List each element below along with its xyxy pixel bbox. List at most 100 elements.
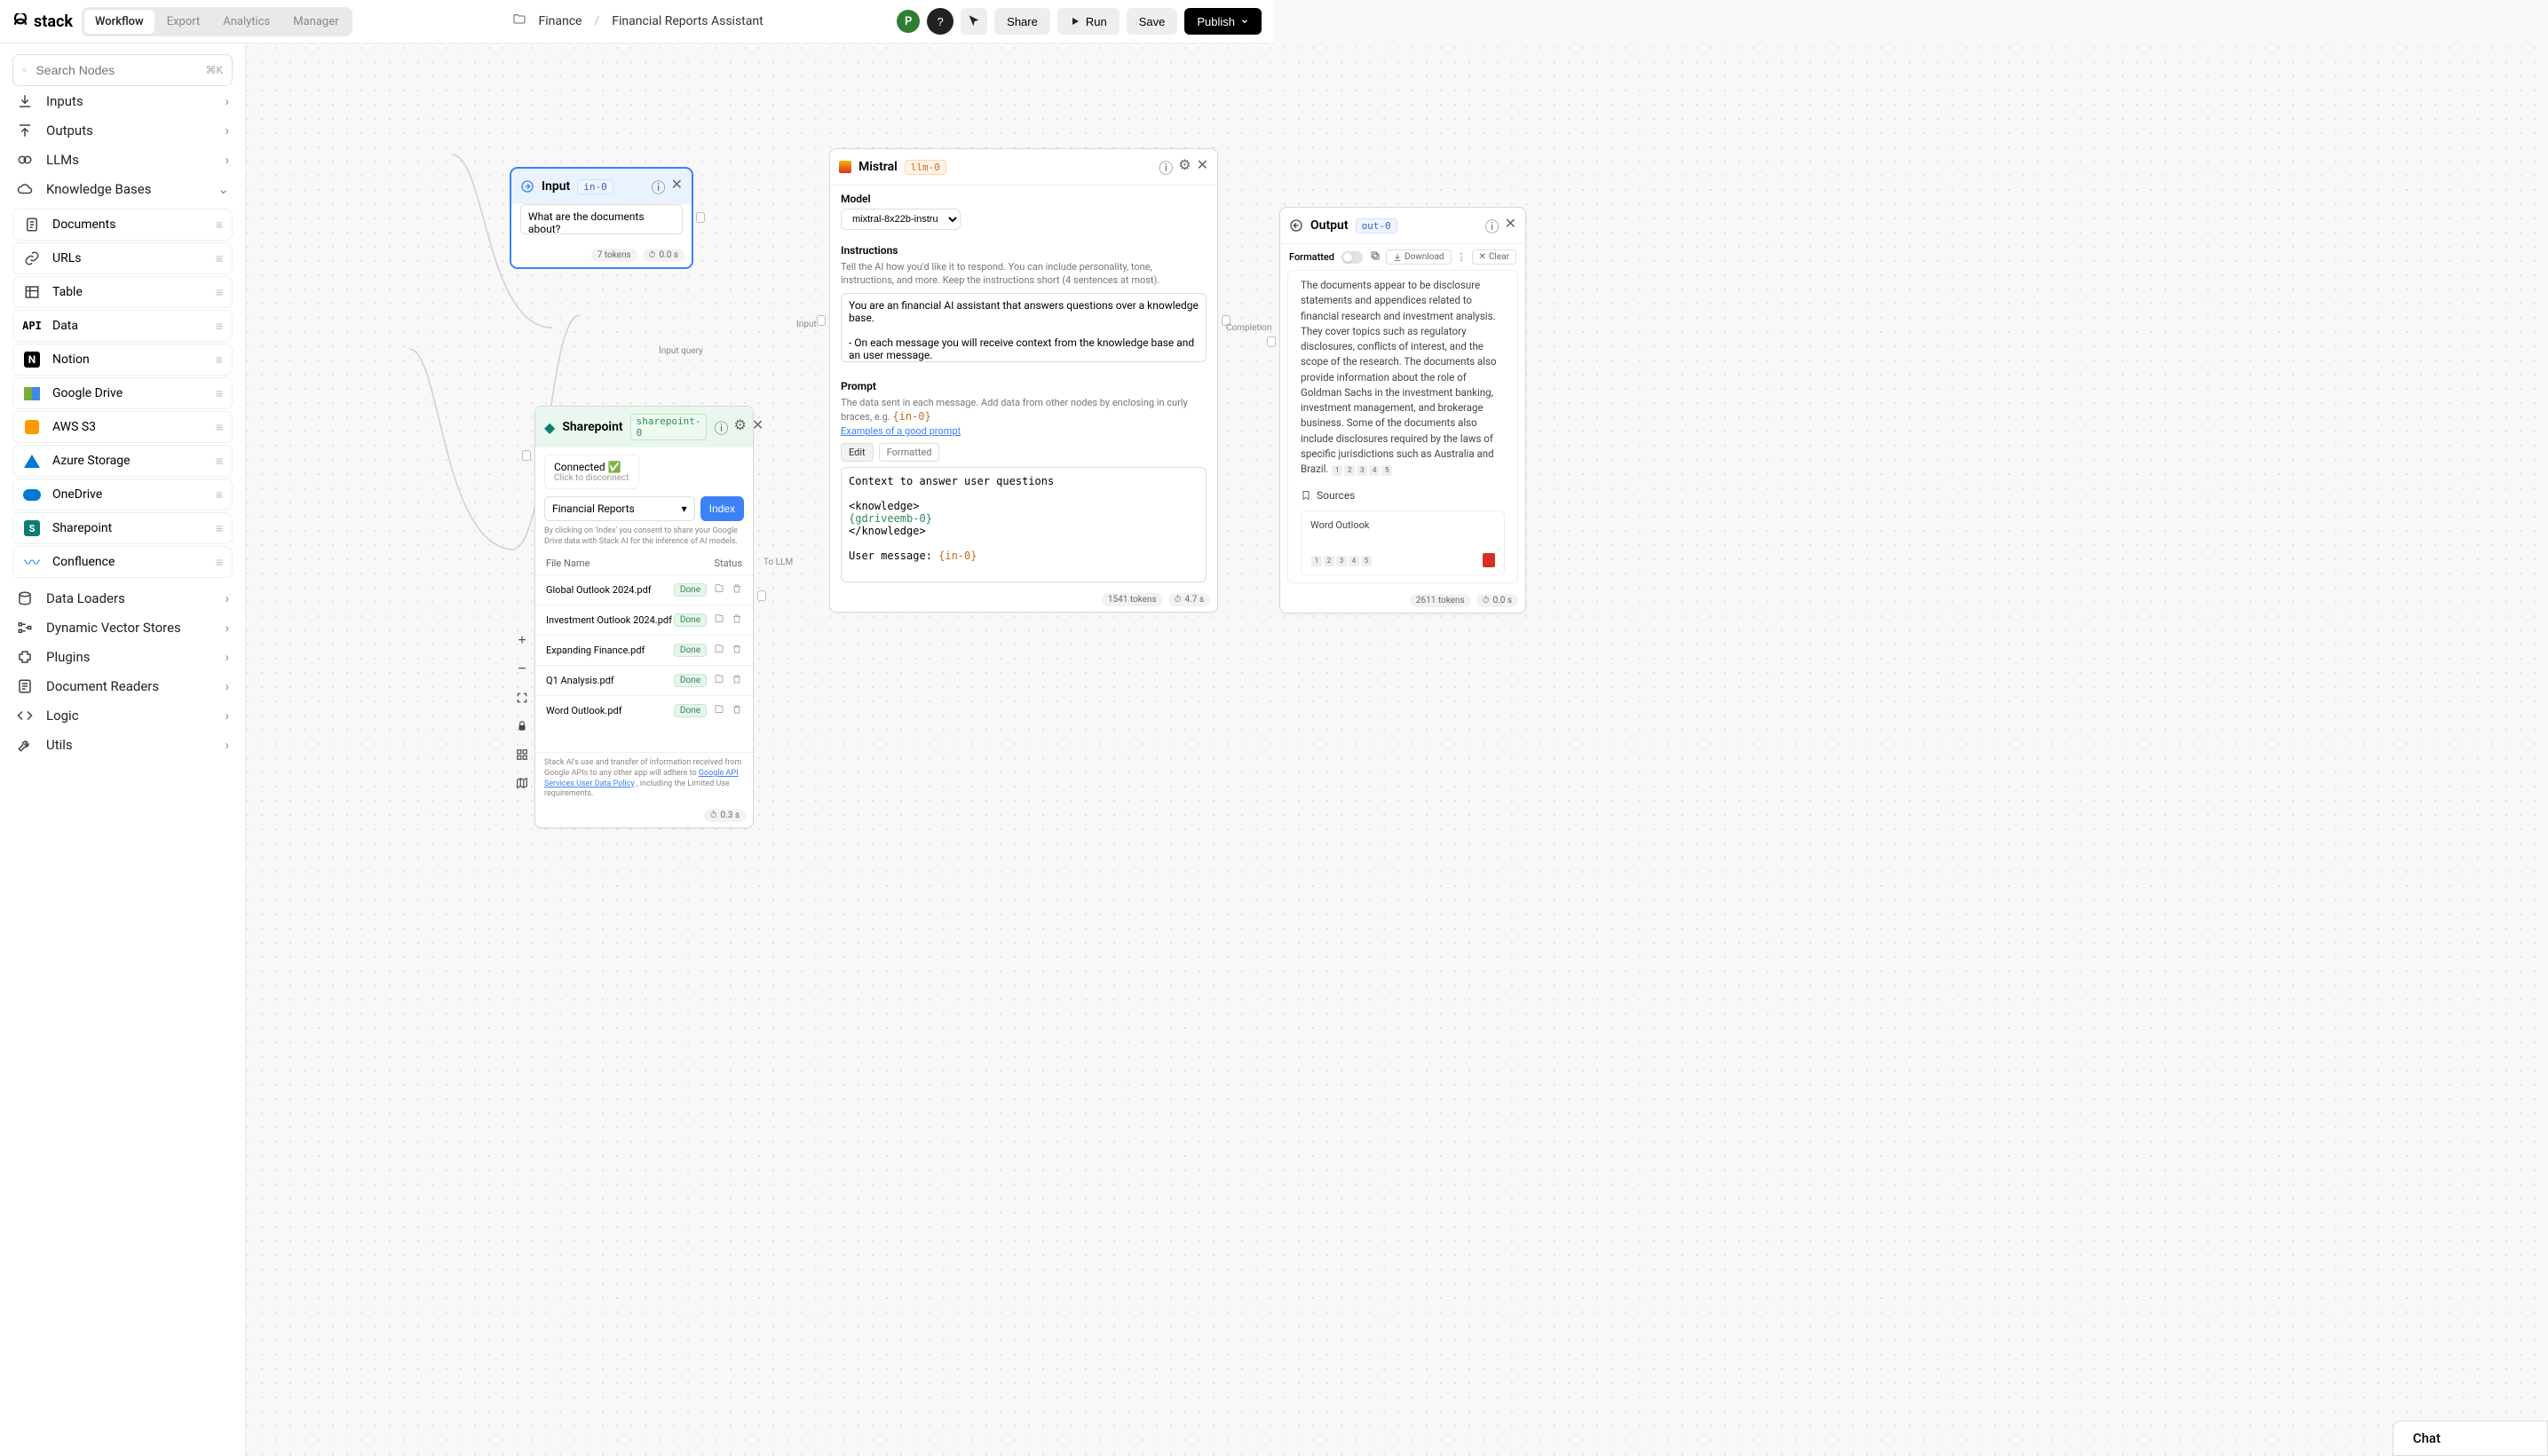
open-icon[interactable] bbox=[714, 674, 724, 687]
citation[interactable]: 4 bbox=[1369, 465, 1380, 476]
cursor-button[interactable] bbox=[961, 8, 987, 35]
source-citation[interactable]: 4 bbox=[1349, 556, 1359, 566]
source-citation[interactable]: 2 bbox=[1324, 556, 1334, 566]
open-icon[interactable] bbox=[714, 613, 724, 627]
trash-icon[interactable] bbox=[732, 704, 742, 717]
logo[interactable]: stack bbox=[12, 12, 73, 31]
avatar[interactable]: P bbox=[897, 10, 920, 33]
chat-button[interactable]: Chat bbox=[2393, 1420, 2548, 1456]
gear-icon[interactable]: ⚙ bbox=[1178, 156, 1191, 178]
help-button[interactable]: ? bbox=[927, 8, 954, 35]
input-node-header[interactable]: Input in-0 ⓘ ✕ bbox=[511, 169, 692, 204]
prompt-tab-formatted[interactable]: Formatted bbox=[879, 443, 940, 462]
source-card[interactable]: Word Outlook 12345 bbox=[1301, 510, 1505, 575]
prompt-examples-link[interactable]: Examples of a good prompt bbox=[841, 425, 961, 437]
sidebar-item-logic[interactable]: Logic› bbox=[12, 700, 233, 730]
formatted-toggle[interactable] bbox=[1341, 251, 1363, 264]
output-node-header[interactable]: Output out-0 ⓘ ✕ bbox=[1280, 208, 1525, 244]
zoom-out-button[interactable]: − bbox=[510, 658, 534, 681]
kb-item-azure-storage[interactable]: Azure Storage≡ bbox=[12, 445, 233, 477]
clear-button[interactable]: ✕ Clear bbox=[1472, 249, 1516, 265]
search-box[interactable]: ⌘K bbox=[12, 54, 233, 86]
download-button[interactable]: Download bbox=[1386, 249, 1452, 265]
kb-item-aws-s3[interactable]: AWS S3≡ bbox=[12, 411, 233, 443]
kb-item-table[interactable]: Table≡ bbox=[12, 276, 233, 308]
instructions-textarea[interactable]: You are an financial AI assistant that a… bbox=[841, 293, 1207, 362]
input-node[interactable]: Input in-0 ⓘ ✕ What are the documents ab… bbox=[510, 168, 692, 268]
kb-item-notion[interactable]: NNotion≡ bbox=[12, 344, 233, 376]
kb-item-urls[interactable]: URLs≡ bbox=[12, 242, 233, 274]
citation[interactable]: 5 bbox=[1381, 465, 1392, 476]
kb-item-documents[interactable]: Documents≡ bbox=[12, 209, 233, 241]
mistral-node-header[interactable]: Mistral llm-0 ⓘ ⚙ ✕ bbox=[830, 149, 1217, 186]
input-node-out-port[interactable] bbox=[696, 212, 705, 223]
gear-icon[interactable]: ⚙ bbox=[733, 416, 746, 438]
grid-button[interactable] bbox=[510, 743, 534, 766]
tab-manager[interactable]: Manager bbox=[282, 10, 349, 34]
kb-item-google-drive[interactable]: Google Drive≡ bbox=[12, 377, 233, 409]
map-button[interactable] bbox=[510, 772, 534, 795]
trash-icon[interactable] bbox=[732, 674, 742, 687]
trash-icon[interactable] bbox=[732, 613, 742, 627]
sidebar-item-knowledge-bases[interactable]: Knowledge Bases⌄ bbox=[12, 174, 233, 203]
sharepoint-node[interactable]: ◆ Sharepoint sharepoint-0 ⓘ ⚙ ✕ Connecte… bbox=[534, 406, 754, 828]
sharepoint-connected[interactable]: Connected ✅ Click to disconnect bbox=[544, 455, 639, 489]
sidebar-item-llms[interactable]: LLMs› bbox=[12, 145, 233, 174]
kb-item-data[interactable]: APIData≡ bbox=[12, 310, 233, 342]
input-node-textarea[interactable]: What are the documents about? bbox=[520, 204, 683, 234]
save-button[interactable]: Save bbox=[1127, 8, 1178, 35]
sidebar-item-data-loaders[interactable]: Data Loaders› bbox=[12, 583, 233, 613]
output-in-port[interactable] bbox=[1267, 336, 1276, 347]
publish-button[interactable]: Publish bbox=[1184, 8, 1262, 35]
kb-item-onedrive[interactable]: OneDrive≡ bbox=[12, 479, 233, 510]
share-button[interactable]: Share bbox=[994, 8, 1050, 35]
sharepoint-folder-select[interactable]: Financial Reports ▾ bbox=[544, 496, 695, 521]
model-select[interactable]: mixtral-8x22b-instruct bbox=[841, 209, 961, 230]
info-icon[interactable]: ⓘ bbox=[714, 416, 728, 438]
kb-item-sharepoint[interactable]: SSharepoint≡ bbox=[12, 512, 233, 544]
trash-icon[interactable] bbox=[732, 644, 742, 657]
mistral-node[interactable]: Mistral llm-0 ⓘ ⚙ ✕ Model mixtral-8x22b-… bbox=[829, 148, 1218, 613]
search-input[interactable] bbox=[36, 63, 196, 77]
prompt-textarea[interactable]: Context to answer user questions <knowle… bbox=[841, 467, 1207, 582]
citation[interactable]: 2 bbox=[1344, 465, 1355, 476]
sharepoint-node-header[interactable]: ◆ Sharepoint sharepoint-0 ⓘ ⚙ ✕ bbox=[535, 407, 753, 447]
sidebar-item-dynamic-vector-stores[interactable]: Dynamic Vector Stores› bbox=[12, 613, 233, 642]
source-citation[interactable]: 5 bbox=[1361, 556, 1372, 566]
close-icon[interactable]: ✕ bbox=[1505, 215, 1516, 236]
copy-icon[interactable] bbox=[1370, 250, 1381, 264]
sidebar-item-outputs[interactable]: Outputs› bbox=[12, 115, 233, 145]
canvas[interactable]: + − Input in-0 ⓘ ✕ What are the document… bbox=[246, 44, 2548, 1456]
more-icon[interactable]: ⋮ bbox=[1457, 251, 1467, 263]
sidebar-item-inputs[interactable]: Inputs› bbox=[12, 86, 233, 115]
sharepoint-out-port[interactable] bbox=[757, 590, 766, 601]
sharepoint-in-port[interactable] bbox=[522, 450, 531, 461]
open-icon[interactable] bbox=[714, 644, 724, 657]
info-icon[interactable]: ⓘ bbox=[652, 176, 666, 197]
breadcrumb-file[interactable]: Financial Reports Assistant bbox=[612, 14, 763, 28]
mistral-in-port[interactable] bbox=[817, 315, 826, 326]
info-icon[interactable]: ⓘ bbox=[1159, 156, 1173, 178]
source-citation[interactable]: 1 bbox=[1311, 556, 1322, 566]
citation[interactable]: 3 bbox=[1357, 465, 1367, 476]
source-citation[interactable]: 3 bbox=[1336, 556, 1347, 566]
index-button[interactable]: Index bbox=[700, 496, 744, 521]
sidebar-item-utils[interactable]: Utils› bbox=[12, 730, 233, 759]
tab-analytics[interactable]: Analytics bbox=[212, 10, 281, 34]
sidebar-item-plugins[interactable]: Plugins› bbox=[12, 642, 233, 671]
open-icon[interactable] bbox=[714, 583, 724, 597]
trash-icon[interactable] bbox=[732, 583, 742, 597]
kb-item-confluence[interactable]: 〰Confluence≡ bbox=[12, 546, 233, 578]
lock-button[interactable] bbox=[510, 715, 534, 738]
zoom-in-button[interactable]: + bbox=[510, 629, 534, 653]
sidebar-item-document-readers[interactable]: Document Readers› bbox=[12, 671, 233, 700]
breadcrumb-folder[interactable]: Finance bbox=[539, 14, 582, 28]
close-icon[interactable]: ✕ bbox=[1197, 156, 1208, 178]
output-node[interactable]: Output out-0 ⓘ ✕ Formatted Download ⋮ ✕ … bbox=[1279, 207, 1526, 613]
citation[interactable]: 1 bbox=[1332, 465, 1342, 476]
close-icon[interactable]: ✕ bbox=[671, 176, 683, 197]
prompt-tab-edit[interactable]: Edit bbox=[841, 443, 874, 462]
info-icon[interactable]: ⓘ bbox=[1485, 215, 1500, 236]
zoom-fit-button[interactable] bbox=[510, 686, 534, 709]
run-button[interactable]: Run bbox=[1057, 8, 1120, 35]
